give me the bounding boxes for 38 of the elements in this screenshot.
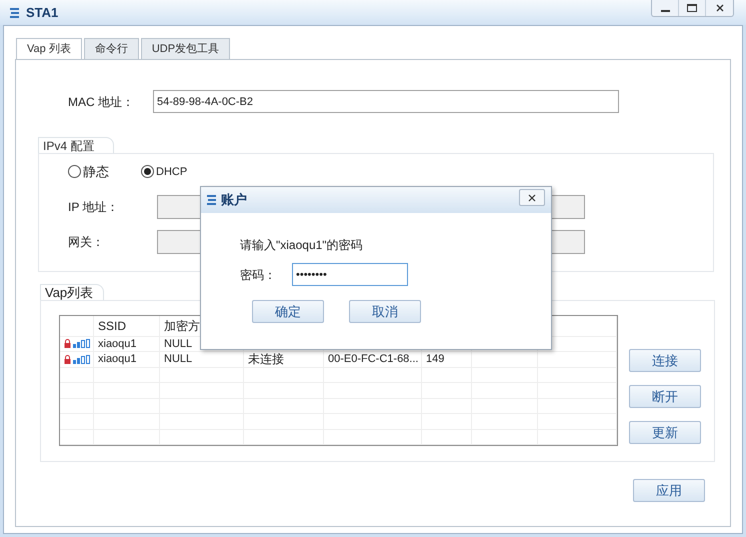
ip-label: IP 地址： <box>68 198 120 216</box>
action-button[interactable]: 更新 <box>629 421 701 444</box>
radio-button[interactable] <box>68 165 81 178</box>
table-cell-text: 00-E0-FC-C1-68... <box>328 352 418 367</box>
mac-label: MAC 地址： <box>68 94 135 110</box>
table-cell-text: 未连接 <box>248 351 284 368</box>
dialog-button[interactable]: 确定 <box>252 300 324 323</box>
signal-bars-icon <box>73 354 93 364</box>
action-button[interactable]: 断开 <box>629 385 701 408</box>
action-button[interactable]: 连接 <box>629 349 701 372</box>
dialog-title: 账户 <box>221 191 247 210</box>
tab[interactable]: 命令行 <box>84 38 139 59</box>
group-title: IPv4 配置 <box>43 139 94 153</box>
window-title: STA1 <box>26 4 58 22</box>
tab[interactable]: Vap 列表 <box>16 38 82 59</box>
column-header: SSID <box>98 318 126 335</box>
group-title: Vap列表 <box>45 285 94 300</box>
table-cell-text: NULL <box>164 336 192 352</box>
logo-icon <box>205 193 219 207</box>
tab[interactable]: UDP发包工具 <box>140 38 230 59</box>
close-icon[interactable] <box>519 189 545 206</box>
apply-button[interactable]: 应用 <box>633 479 705 502</box>
table-cell-text: xiaoqu1 <box>98 352 137 367</box>
mac-input-field[interactable]: 54-89-98-4A-0C-B2 <box>153 90 619 113</box>
dialog-button[interactable]: 取消 <box>349 300 421 323</box>
signal-bars-icon <box>73 339 93 348</box>
gateway-label: 网关： <box>68 234 105 250</box>
table-cell-text: xiaoqu1 <box>98 336 137 352</box>
radio-label: 静态 <box>83 163 109 181</box>
password-label: 密码： <box>240 266 277 284</box>
password-input-field[interactable]: •••••••• <box>292 263 408 286</box>
logo-icon <box>8 6 22 20</box>
radio-button[interactable] <box>141 165 154 178</box>
column-header: 加密方 <box>164 318 200 335</box>
password-prompt: 请输入"xiaoqu1"的密码 <box>240 237 363 254</box>
table-cell-text: 149 <box>426 352 444 367</box>
radio-label: DHCP <box>156 164 188 180</box>
table-cell-text: NULL <box>164 352 192 367</box>
